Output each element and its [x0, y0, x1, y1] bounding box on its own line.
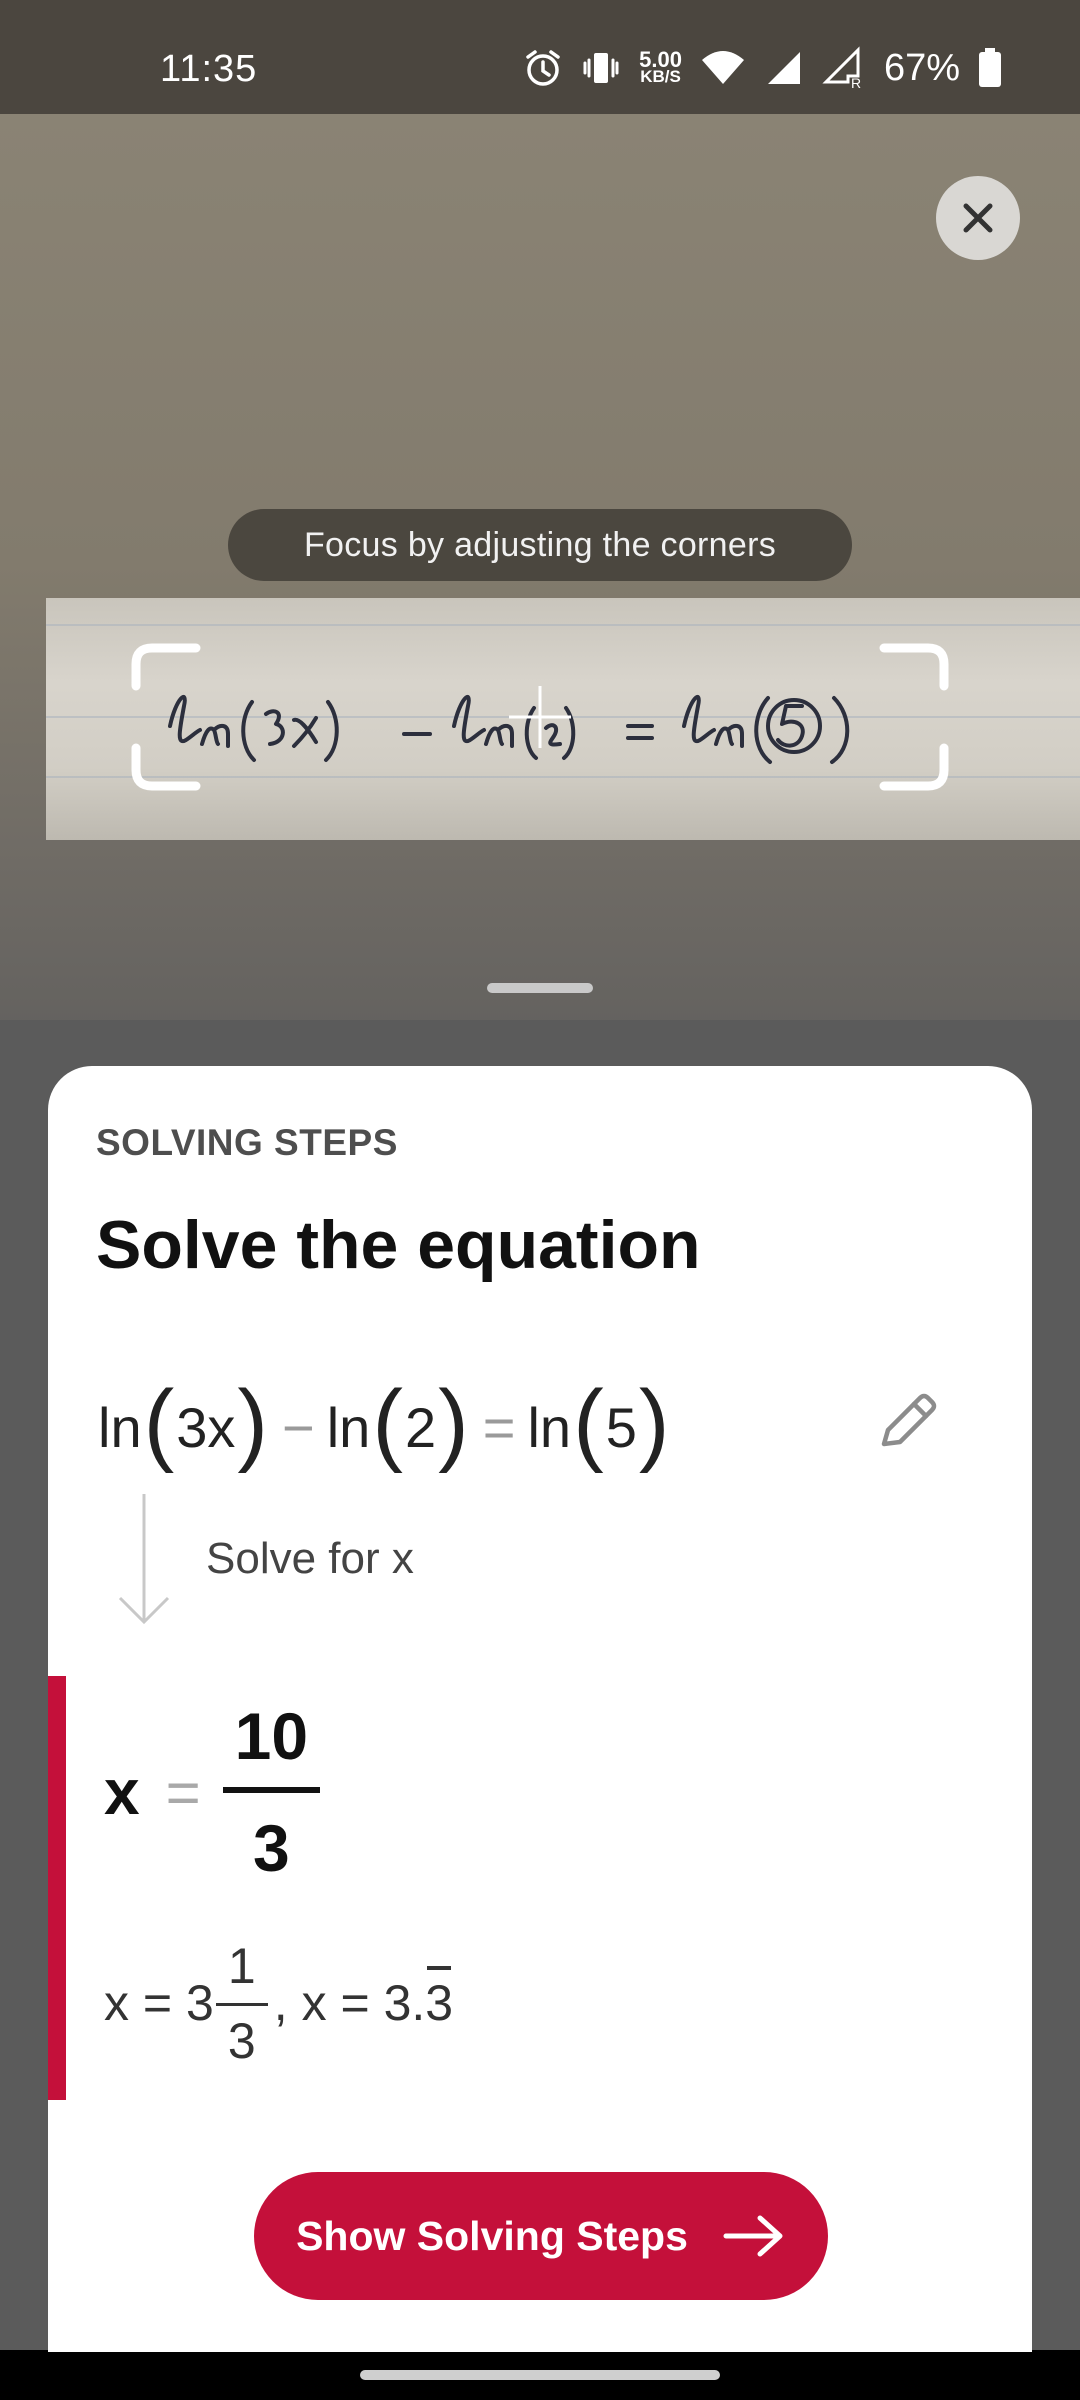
mixed-number-fraction: 1 3 [215, 1941, 268, 2066]
crosshair-icon [509, 686, 571, 748]
net-speed: 5.00 KB/S [639, 47, 682, 86]
arrow-down-icon [118, 1494, 170, 1625]
section-label: SOLVING STEPS [96, 1122, 398, 1163]
pencil-icon [881, 1393, 937, 1447]
wifi-icon [700, 48, 746, 88]
function-ln: ln [527, 1395, 572, 1459]
signal-icon [764, 48, 804, 88]
vibrate-icon [581, 48, 621, 88]
solution-sheet: SOLVING STEPS Solve the equation ln ( 3x… [48, 1066, 1032, 2366]
scan-corner-bottom-left [131, 743, 201, 791]
edit-button[interactable] [870, 1386, 942, 1458]
battery-percent: 67% [883, 46, 960, 89]
arrow-right-icon [723, 2215, 783, 2257]
argument: 3x [176, 1395, 236, 1459]
result-equals: = [165, 1758, 201, 1826]
step-label: Solve for x [206, 1534, 414, 1583]
show-solving-steps-button[interactable]: Show Solving Steps [254, 2172, 828, 2300]
decimal-form: , x = 3. [273, 1975, 426, 2031]
svg-text:R: R [851, 75, 861, 90]
result-answer: x = 10 3 [104, 1692, 321, 1892]
operator-minus: − [282, 1395, 315, 1459]
scan-frame[interactable] [130, 642, 950, 792]
cta-label: Show Solving Steps [296, 2212, 688, 2259]
result-fraction: 10 3 [222, 1699, 321, 1885]
scan-corner-top-left [131, 643, 201, 691]
focus-hint: Focus by adjusting the corners [228, 509, 852, 581]
mixed-number-prefix: x = 3 [104, 1975, 214, 2031]
function-ln: ln [98, 1395, 142, 1459]
argument: 2 [404, 1395, 437, 1459]
fraction-numerator: 10 [234, 1699, 309, 1773]
equation[interactable]: ln ( 3x ) − ln ( 2 ) = ln ( 5 ) [98, 1372, 672, 1482]
function-ln: ln [326, 1395, 371, 1459]
result-variable: x [104, 1756, 140, 1828]
status-bar: 11:35 5.00 KB/S R 67% [0, 0, 1080, 114]
operator-equals: = [482, 1395, 516, 1459]
battery-icon [978, 48, 1002, 88]
signal-roaming-icon: R [822, 46, 866, 90]
scan-corner-bottom-right [879, 743, 949, 791]
result-highlight-bar [48, 1676, 66, 2100]
close-icon [963, 203, 993, 233]
sheet-title: Solve the equation [96, 1207, 701, 1283]
fraction-denominator: 3 [252, 1811, 290, 1885]
status-icons: 5.00 KB/S R 67% [523, 46, 1002, 90]
drag-handle[interactable] [487, 983, 593, 993]
status-time: 11:35 [160, 48, 258, 90]
close-button[interactable] [936, 176, 1020, 260]
alternative-forms: x = 3 1 3 , x = 3. 3 [104, 1928, 453, 2078]
scan-corner-top-right [879, 643, 949, 691]
argument: 5 [605, 1395, 637, 1459]
repeating-digit: 3 [425, 1966, 454, 2031]
home-indicator[interactable] [360, 2370, 720, 2380]
alarm-icon [523, 48, 563, 88]
